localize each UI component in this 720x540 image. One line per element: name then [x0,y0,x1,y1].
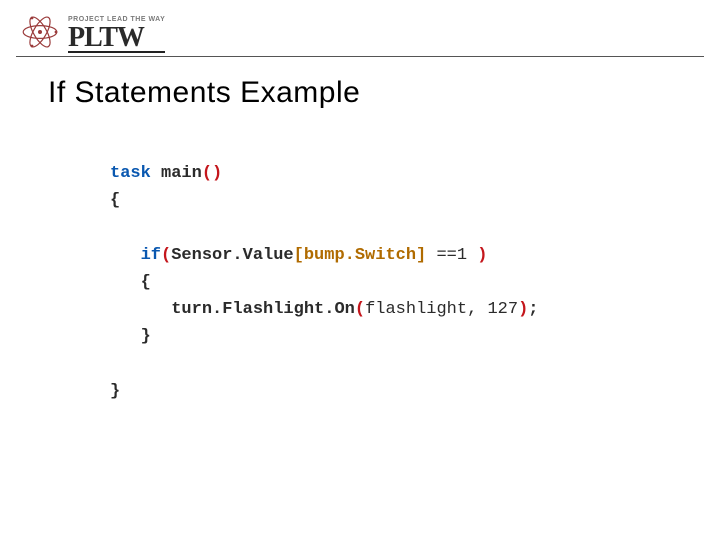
code-token: ) [518,300,528,319]
code-token: { [110,191,120,210]
code-token: main [151,164,202,183]
code-token: if [141,246,161,265]
code-token: ) [477,246,487,265]
code-token: } [141,327,151,346]
code-token: [bump.Switch] [294,246,427,265]
code-token: { [141,273,151,292]
slide: PROJECT LEAD THE WAY PLTW If Statements … [0,0,720,540]
code-token: ( [161,246,171,265]
code-token: () [202,164,222,183]
code-token: Sensor.Value [171,246,293,265]
header-divider [16,56,704,57]
atom-icon [20,12,60,57]
code-block: task main() { if(Sensor.Value[bump.Switc… [110,160,539,405]
code-token: } [110,382,120,401]
code-token: task [110,164,151,183]
code-token: ; [528,300,538,319]
code-token: flashlight, 127 [365,300,518,319]
code-token: ( [355,300,365,319]
brand-name: PLTW [68,25,165,52]
brand-text-block: PROJECT LEAD THE WAY PLTW [68,16,165,52]
code-token: ==1 [426,246,477,265]
slide-title: If Statements Example [48,76,360,110]
brand-header: PROJECT LEAD THE WAY PLTW [20,12,165,57]
code-token: turn.Flashlight.On [171,300,355,319]
